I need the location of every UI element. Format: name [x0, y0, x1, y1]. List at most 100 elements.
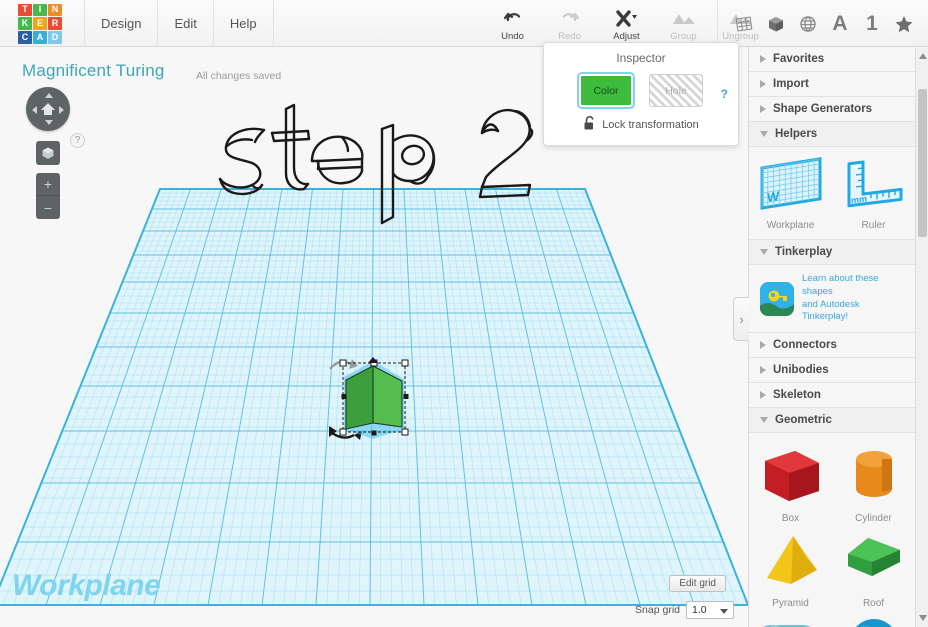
shape-box[interactable]: Box [749, 439, 832, 524]
group-icon [672, 9, 696, 29]
lock-transformation-toggle[interactable]: Lock transformation [544, 115, 738, 134]
logo-tile-d: D [48, 30, 62, 44]
snap-grid-control: Snap grid 1.0 [635, 601, 734, 619]
sidebar-section-helpers[interactable]: Helpers [749, 122, 916, 147]
shape-pyramid[interactable]: Pyramid [749, 524, 832, 609]
nav-down-arrow-icon[interactable] [44, 120, 53, 125]
chevron-down-icon [760, 249, 768, 255]
geometric-shape-grid: Box Cylinder Pyramid Roof Tube Sphere [749, 433, 916, 627]
helper-ruler[interactable]: mm Ruler [832, 153, 915, 231]
shape-label: Box [781, 513, 800, 525]
ruler-icon: mm [839, 157, 909, 217]
helper-workplane[interactable]: W Workplane [749, 153, 832, 231]
menu-item-help[interactable]: Help [214, 0, 274, 47]
fit-to-view-button[interactable] [36, 141, 60, 165]
group-button: Group [655, 0, 712, 47]
section-label: Tinkerplay [775, 246, 833, 258]
helper-label: Workplane [766, 220, 815, 231]
promo-line-1: Learn about these shapes [802, 273, 879, 297]
adjust-button[interactable]: Adjust [598, 0, 655, 47]
project-title[interactable]: Magnificent Turing [22, 61, 165, 81]
nav-right-arrow-icon[interactable] [59, 105, 64, 114]
menu-item-edit[interactable]: Edit [158, 0, 214, 47]
sidebar-section-favorites[interactable]: Favorites [749, 47, 916, 72]
helpers-shape-grid: W Workplane mm Ruler [749, 147, 916, 240]
promo-text: Learn about these shapes and Autodesk Tin… [802, 273, 908, 324]
workplane-grid-icon[interactable] [728, 7, 760, 41]
wireframe-ball-icon[interactable] [792, 7, 824, 41]
svg-text:mm: mm [851, 194, 867, 206]
scrollbar-thumb[interactable] [918, 89, 927, 237]
sidebar-section-geometric[interactable]: Geometric [749, 408, 916, 434]
home-view-icon[interactable] [39, 100, 57, 118]
chevron-down-icon [720, 609, 728, 614]
snap-grid-select[interactable]: 1.0 [686, 601, 734, 619]
padlock-icon [583, 115, 596, 134]
selected-shape-roof[interactable] [318, 347, 428, 452]
favorites-star-icon[interactable] [888, 7, 920, 41]
hole-swatch-button[interactable]: Hole [649, 74, 703, 107]
nav-left-arrow-icon[interactable] [32, 105, 37, 114]
snap-grid-label: Snap grid [635, 604, 680, 616]
sidebar-section-connectors[interactable]: Connectors [749, 333, 916, 359]
top-toolbar: TINKERCAD Design Edit Help Undo Redo Adjust G… [0, 0, 928, 47]
color-swatch-button[interactable]: Color [579, 74, 633, 107]
zoom-out-button[interactable]: − [36, 196, 60, 219]
roof-icon [838, 528, 910, 595]
view-tool-group: A 1 [717, 0, 920, 47]
chevron-right-icon [760, 80, 766, 88]
shape-roof[interactable]: Roof [832, 524, 915, 609]
sidebar-scrollbar[interactable] [915, 47, 928, 627]
sidebar-collapse-tab[interactable]: › [733, 297, 749, 341]
logo-tile-e: E [33, 17, 47, 30]
shape-tube[interactable]: Tube [749, 609, 832, 627]
sidebar-section-tinkerplay[interactable]: Tinkerplay [749, 240, 916, 265]
view-navigation-pad[interactable] [26, 87, 70, 131]
sidebar-section-shape-generators[interactable]: Shape Generators [749, 97, 916, 122]
shape-label: Roof [862, 598, 885, 610]
chevron-right-icon [760, 391, 766, 400]
chevron-right-icon [760, 366, 766, 375]
tinkerplay-promo-link[interactable]: Learn about these shapes and Autodesk Tin… [749, 265, 916, 334]
main-menu: Design Edit Help [84, 0, 274, 47]
sidebar-section-import[interactable]: Import [749, 72, 916, 97]
chevron-right-icon [760, 55, 766, 63]
nav-up-arrow-icon[interactable] [44, 93, 53, 98]
helper-label: Ruler [861, 220, 886, 231]
shape-sphere[interactable]: Sphere [832, 609, 915, 627]
redo-label: Redo [558, 30, 581, 42]
workplane-icon: W [756, 157, 826, 217]
nav-help-badge[interactable]: ? [70, 133, 85, 148]
section-label: Connectors [773, 339, 837, 352]
chevron-down-icon [760, 131, 768, 137]
chevron-right-icon [760, 105, 766, 113]
zoom-in-button[interactable]: + [36, 173, 60, 196]
zoom-controls[interactable]: + − [36, 173, 60, 219]
scroll-down-arrow-icon[interactable] [918, 615, 927, 621]
cylinder-icon [838, 443, 910, 510]
save-status: All changes saved [196, 70, 282, 82]
inspector-panel: Inspector Color Hole ? Lock transformati… [543, 42, 739, 146]
group-label: Group [670, 30, 697, 42]
adjust-label: Adjust [613, 30, 640, 42]
undo-button[interactable]: Undo [484, 0, 541, 47]
pyramid-icon [755, 528, 827, 595]
shape-cylinder[interactable]: Cylinder [832, 439, 915, 524]
edit-grid-button[interactable]: Edit grid [669, 575, 726, 592]
logo-tile-r: R [48, 17, 62, 30]
snap-grid-value: 1.0 [692, 604, 707, 616]
tinkercad-logo[interactable]: TIN KER CAD [18, 3, 62, 44]
shape-label: Cylinder [855, 513, 892, 525]
menu-item-design[interactable]: Design [84, 0, 159, 47]
scroll-up-arrow-icon[interactable] [918, 53, 927, 59]
shapes-sidebar: Favorites Import Shape Generators Helpers W… [748, 47, 928, 627]
number-tool-icon[interactable]: 1 [856, 7, 888, 41]
solid-cube-icon[interactable] [760, 7, 792, 41]
sidebar-section-skeleton[interactable]: Skeleton [749, 383, 916, 409]
text-tool-icon[interactable]: A [824, 7, 856, 41]
undo-label: Undo [501, 30, 524, 42]
tinkercad-app: TINKERCAD Design Edit Help Undo Redo Adjust G… [0, 0, 928, 627]
inspector-help-icon[interactable]: ? [721, 87, 728, 101]
lock-transformation-label: Lock transformation [602, 119, 699, 131]
sidebar-section-unibodies[interactable]: Unibodies [749, 358, 916, 384]
